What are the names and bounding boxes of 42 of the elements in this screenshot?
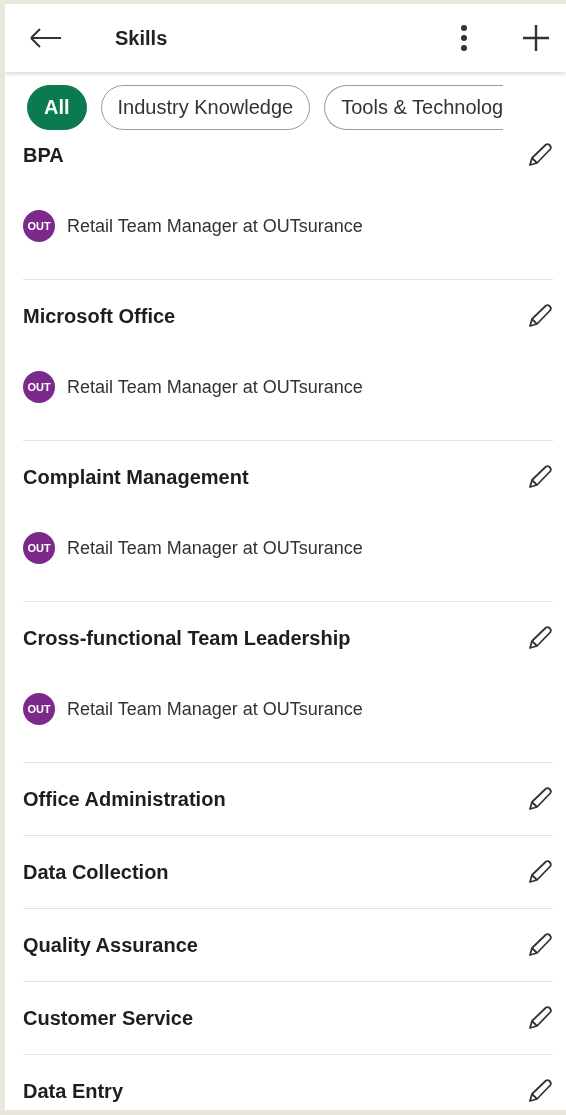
skill-name: Cross-functional Team Leadership <box>23 626 351 650</box>
pencil-icon <box>527 859 553 885</box>
skill-name: Data Entry <box>23 1079 124 1103</box>
skill-name: Complaint Management <box>23 465 249 489</box>
position-text: Retail Team Manager at OUTsurance <box>67 537 363 559</box>
skill-name: Customer Service <box>23 1006 194 1030</box>
company-logo: OUT <box>23 210 55 242</box>
position-text: Retail Team Manager at OUTsurance <box>67 698 363 720</box>
filter-chip[interactable]: Tools & Technolog <box>324 85 504 130</box>
edit-button[interactable] <box>527 625 553 651</box>
plus-icon <box>522 24 550 52</box>
pencil-icon <box>527 625 553 651</box>
company-logo: OUT <box>23 532 55 564</box>
skill-name: Microsoft Office <box>23 304 176 328</box>
company-logo: OUT <box>23 693 55 725</box>
skill-name: BPA <box>23 143 64 167</box>
pencil-icon <box>527 786 553 812</box>
skill-name: Data Collection <box>23 860 169 884</box>
company-logo: OUT <box>23 371 55 403</box>
back-arrow-icon <box>29 27 63 49</box>
edit-button[interactable] <box>527 1005 553 1031</box>
edit-button[interactable] <box>527 1078 553 1104</box>
pencil-icon <box>527 932 553 958</box>
page-title: Skills <box>115 26 168 50</box>
edit-button[interactable] <box>527 142 553 168</box>
pencil-icon <box>527 1078 553 1104</box>
pencil-icon <box>527 464 553 490</box>
pencil-icon <box>527 303 553 329</box>
skill-name: Office Administration <box>23 787 226 811</box>
position-text: Retail Team Manager at OUTsurance <box>67 376 363 398</box>
filter-chip[interactable]: Industry Knowledge <box>100 85 311 130</box>
edit-button[interactable] <box>527 303 553 329</box>
position-text: Retail Team Manager at OUTsurance <box>67 215 363 237</box>
filter-chip[interactable]: All <box>27 85 87 130</box>
more-icon <box>460 24 468 52</box>
pencil-icon <box>527 142 553 168</box>
edit-button[interactable] <box>527 786 553 812</box>
edit-button[interactable] <box>527 932 553 958</box>
edit-button[interactable] <box>527 464 553 490</box>
skill-name: Quality Assurance <box>23 933 198 957</box>
edit-button[interactable] <box>527 859 553 885</box>
pencil-icon <box>527 1005 553 1031</box>
